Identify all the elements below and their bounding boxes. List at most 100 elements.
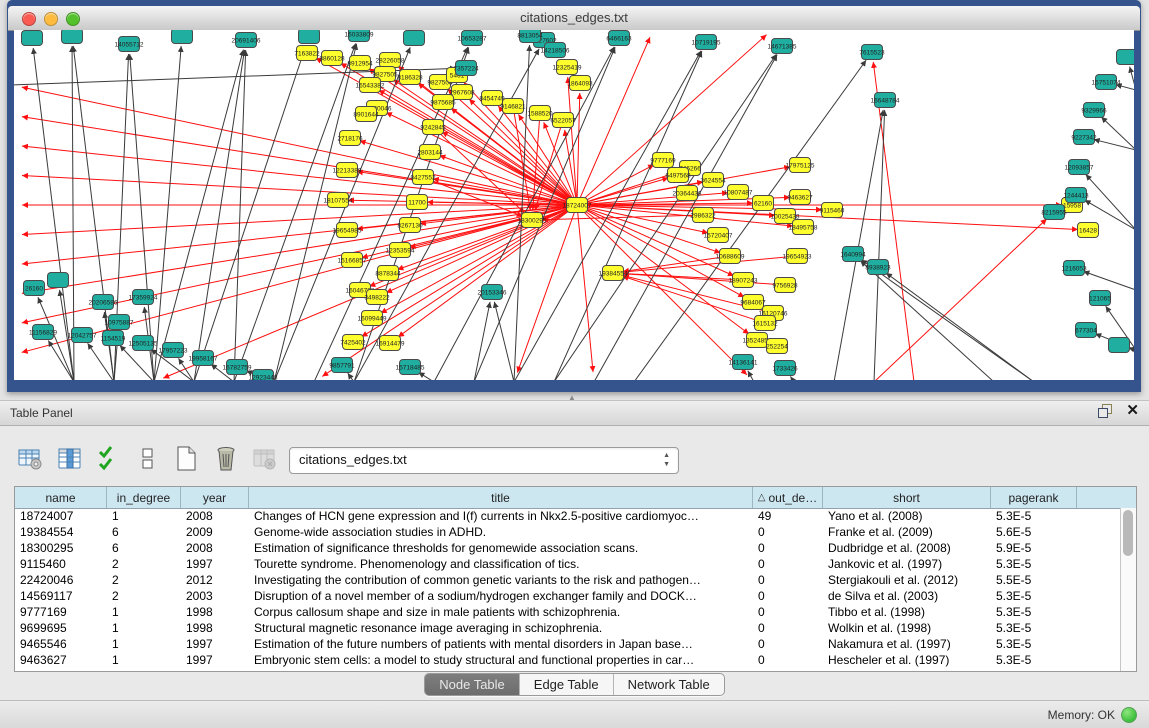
graph-node[interactable]: 9684067 xyxy=(740,295,766,310)
column-header-short[interactable]: short xyxy=(823,487,991,508)
graph-node[interactable]: 19958167 xyxy=(189,351,218,366)
graph-node[interactable]: 15718485 xyxy=(396,360,425,375)
graph-node[interactable]: 6466163 xyxy=(606,31,632,46)
graph-node[interactable]: 9777169 xyxy=(650,153,676,168)
graph-node[interactable]: 8813054 xyxy=(517,30,543,43)
graph-node[interactable]: 1588520 xyxy=(527,106,553,121)
graph-node[interactable]: 18300295 xyxy=(518,213,547,228)
column-header-year[interactable]: year xyxy=(181,487,249,508)
graph-node[interactable]: 9857791 xyxy=(329,358,355,373)
graph-node[interactable] xyxy=(22,31,43,46)
graph-node[interactable] xyxy=(299,30,320,44)
graph-node[interactable]: 14218506 xyxy=(541,43,570,58)
citation-edge-black[interactable] xyxy=(1130,67,1134,90)
graph-node[interactable]: 16099449 xyxy=(358,311,387,326)
citation-edge-black[interactable] xyxy=(494,302,514,380)
citation-edge-black[interactable] xyxy=(1094,139,1134,150)
graph-node[interactable]: 6522057 xyxy=(550,113,576,128)
graph-node[interactable]: 8860128 xyxy=(319,51,345,66)
graph-node[interactable]: 12213389 xyxy=(333,163,362,178)
new-table-button[interactable] xyxy=(172,444,202,474)
graph-node[interactable]: 10653287 xyxy=(458,31,487,46)
graph-node[interactable]: 20153346 xyxy=(478,285,507,300)
graph-node[interactable]: 8938923 xyxy=(865,260,891,275)
citation-edge-black[interactable] xyxy=(474,302,490,380)
table-row[interactable]: 1830029562008Estimation of significance … xyxy=(15,540,1121,556)
graph-node[interactable]: 14055712 xyxy=(115,37,144,52)
graph-node[interactable]: 12923448 xyxy=(249,370,278,381)
graph-node[interactable]: 1640994 xyxy=(840,247,866,262)
graph-node[interactable]: 3624554 xyxy=(700,173,726,188)
float-panel-icon[interactable] xyxy=(1098,404,1112,418)
graph-node[interactable]: 11156829 xyxy=(29,325,57,340)
graph-node[interactable]: 20691406 xyxy=(232,33,261,48)
graph-node[interactable]: 12093857 xyxy=(1065,160,1094,175)
graph-node[interactable]: 1733426 xyxy=(772,361,798,376)
citation-edge-black[interactable] xyxy=(748,371,754,380)
citation-edge-black[interactable] xyxy=(418,372,434,380)
table-body[interactable]: 1872400712008Changes of HCN gene express… xyxy=(15,508,1121,671)
citation-edge-red[interactable] xyxy=(386,112,577,205)
table-selector-dropdown[interactable]: citations_edges.txt ▲▼ xyxy=(289,447,679,474)
citation-edge-red[interactable] xyxy=(577,37,650,205)
graph-node[interactable]: 16543382 xyxy=(356,78,385,93)
delete-button[interactable] xyxy=(211,444,241,474)
graph-node[interactable]: 12353594 xyxy=(386,243,415,258)
graph-node[interactable]: 17957223 xyxy=(159,343,188,358)
graph-node[interactable]: 10807487 xyxy=(724,185,753,200)
graph-node[interactable] xyxy=(1117,50,1135,65)
table-row[interactable]: 1872400712008Changes of HCN gene express… xyxy=(15,508,1121,524)
graph-node[interactable] xyxy=(172,30,193,44)
vertical-scrollbar[interactable] xyxy=(1120,508,1136,671)
graph-node[interactable]: 26160 xyxy=(24,281,45,296)
graph-node[interactable]: 1244413 xyxy=(1063,188,1089,203)
graph-node[interactable]: 9463627 xyxy=(787,190,813,205)
graph-node[interactable]: 9115460 xyxy=(820,203,845,218)
graph-node[interactable]: 7615523 xyxy=(859,45,885,60)
graph-node[interactable]: 16782759 xyxy=(223,360,252,375)
graph-node[interactable]: 15166857 xyxy=(338,253,367,268)
graph-node[interactable]: 16428 xyxy=(1078,223,1099,238)
table-row[interactable]: 911546021997Tourette syndrome. Phenomeno… xyxy=(15,556,1121,572)
table-row[interactable]: 1456911722003Disruption of a novel membe… xyxy=(15,588,1121,604)
graph-node[interactable]: 19654923 xyxy=(783,249,812,264)
graph-node[interactable]: 14136141 xyxy=(729,355,758,370)
citation-edge-red[interactable] xyxy=(542,215,703,220)
graph-node[interactable]: 17359924 xyxy=(129,290,158,305)
citation-edge-black[interactable] xyxy=(861,260,1034,380)
citation-edge-red[interactable] xyxy=(874,219,1047,380)
graph-node[interactable]: 15720407 xyxy=(704,228,733,243)
table-settings-button[interactable] xyxy=(16,444,46,474)
citation-edge-red[interactable] xyxy=(577,93,580,205)
citation-edge-red[interactable] xyxy=(577,205,708,233)
graph-node[interactable]: 9329966 xyxy=(1081,103,1107,118)
memory-status-indicator[interactable] xyxy=(1121,707,1137,723)
citation-edge-red[interactable] xyxy=(577,205,593,372)
graph-node[interactable]: 18495758 xyxy=(789,220,818,235)
graph-node[interactable]: 8912954 xyxy=(347,56,373,71)
graph-node[interactable]: 6497568 xyxy=(665,168,691,183)
graph-node[interactable]: 252254 xyxy=(766,339,788,354)
graph-node[interactable]: 18724007 xyxy=(563,198,592,213)
citation-edge-black[interactable] xyxy=(1086,174,1134,230)
column-header-name[interactable]: name xyxy=(15,487,107,508)
graph-node[interactable]: 11700 xyxy=(407,195,428,210)
table-row[interactable]: 946362711997Embryonic stem cells: a mode… xyxy=(15,652,1121,668)
graph-node[interactable]: 10975887 xyxy=(105,315,134,330)
graph-node[interactable]: 7163822 xyxy=(294,46,320,61)
tab-edge-table[interactable]: Edge Table xyxy=(520,674,614,695)
citation-edge-black[interactable] xyxy=(234,43,356,380)
graph-node[interactable]: 19384554 xyxy=(599,266,628,281)
graph-node[interactable]: 20364436 xyxy=(673,186,702,201)
column-header-title[interactable]: title xyxy=(249,487,753,508)
graph-node[interactable]: 14671385 xyxy=(768,39,797,54)
graph-node[interactable]: 8267130 xyxy=(397,218,423,233)
graph-node[interactable]: 9756928 xyxy=(772,278,798,293)
graph-node[interactable]: 8186328 xyxy=(397,70,423,85)
graph-node[interactable]: 677304 xyxy=(1075,323,1097,338)
citation-edge-black[interactable] xyxy=(234,50,246,380)
tab-network-table[interactable]: Network Table xyxy=(614,674,724,695)
citation-edge-black[interactable] xyxy=(790,376,794,380)
citation-edge-black[interactable] xyxy=(886,273,1034,380)
graph-node[interactable]: 1154519 xyxy=(101,331,126,346)
